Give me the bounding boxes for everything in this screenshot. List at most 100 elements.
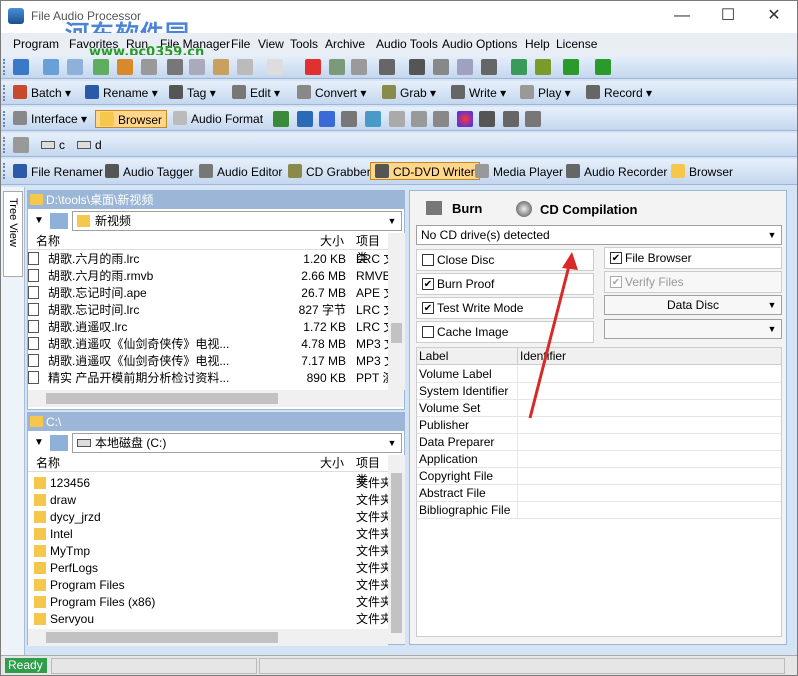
forward-icon[interactable] bbox=[595, 59, 611, 75]
cut-icon[interactable] bbox=[167, 59, 183, 75]
sync-icon[interactable] bbox=[297, 111, 313, 127]
write-button[interactable]: Write ▾ bbox=[451, 84, 506, 102]
new-icon[interactable] bbox=[267, 59, 283, 75]
drive-list-icon[interactable] bbox=[13, 137, 29, 153]
browser-toggle-button[interactable]: Browser bbox=[95, 110, 168, 128]
scroll-thumb[interactable] bbox=[391, 473, 402, 633]
toolbar-grip[interactable] bbox=[3, 59, 7, 75]
column-size[interactable]: 大小 bbox=[320, 233, 344, 250]
property-value[interactable] bbox=[517, 434, 781, 450]
top-vertical-scrollbar[interactable] bbox=[388, 233, 405, 390]
property-row[interactable]: Bibliographic File bbox=[417, 502, 781, 519]
waveform-icon[interactable] bbox=[319, 111, 335, 127]
menu-file[interactable]: File bbox=[231, 37, 250, 51]
file-browser-checkbox[interactable]: ✔ File Browser bbox=[604, 247, 782, 269]
drive-select[interactable]: No CD drive(s) detected ▼ bbox=[416, 225, 782, 245]
minimize-button[interactable]: — bbox=[659, 1, 705, 31]
folder-row[interactable]: Servyou 文件夹 bbox=[28, 611, 388, 628]
file-row[interactable]: 胡歌.六月的雨.rmvb 2.66 MB RMVB bbox=[28, 268, 388, 285]
history-dropdown[interactable]: ▼ bbox=[32, 435, 46, 451]
favorites-icon[interactable] bbox=[117, 59, 133, 75]
menu-program[interactable]: Program bbox=[13, 37, 59, 51]
image-icon[interactable] bbox=[411, 111, 427, 127]
scroll-thumb[interactable] bbox=[46, 393, 278, 404]
scroll-thumb[interactable] bbox=[46, 632, 278, 643]
tree-icon[interactable] bbox=[93, 59, 109, 75]
close-button[interactable]: ✕ bbox=[751, 1, 797, 31]
paste-icon[interactable] bbox=[213, 59, 229, 75]
properties-icon[interactable] bbox=[351, 59, 367, 75]
audio-tagger-button[interactable]: Audio Tagger bbox=[105, 163, 194, 181]
column-name[interactable]: 名称 bbox=[36, 455, 60, 472]
disc-type-select[interactable]: Data Disc ▼ bbox=[604, 295, 782, 315]
menu-license[interactable]: License bbox=[556, 37, 597, 51]
menu-audio-tools[interactable]: Audio Tools bbox=[376, 37, 438, 51]
folder-row[interactable]: Intel 文件夹 bbox=[28, 526, 388, 543]
up-folder-icon[interactable] bbox=[43, 59, 59, 75]
settings-icon[interactable] bbox=[341, 111, 357, 127]
network-icon[interactable] bbox=[365, 111, 381, 127]
toolbar-grip[interactable] bbox=[3, 137, 7, 153]
select-icon[interactable] bbox=[67, 59, 83, 75]
tree-view-button[interactable]: Tree View bbox=[3, 191, 23, 277]
play-button[interactable]: Play ▾ bbox=[520, 84, 571, 102]
cd-grabber-button[interactable]: CD Grabber bbox=[288, 163, 371, 181]
menu-audio-options[interactable]: Audio Options bbox=[442, 37, 517, 51]
toolbar-grip[interactable] bbox=[3, 111, 7, 127]
cd-dvd-writer-tab[interactable]: CD-DVD Writer bbox=[370, 162, 480, 180]
top-horizontal-scrollbar[interactable] bbox=[28, 390, 404, 407]
toolbar-grip[interactable] bbox=[3, 85, 7, 101]
property-row[interactable]: Abstract File bbox=[417, 485, 781, 502]
delete-icon[interactable] bbox=[305, 59, 321, 75]
bottom-horizontal-scrollbar[interactable] bbox=[28, 629, 388, 646]
file-row[interactable]: 胡歌.逍遥叹《仙剑奇侠传》电视... 4.78 MB MP3 文 bbox=[28, 336, 388, 353]
scroll-thumb[interactable] bbox=[391, 323, 402, 343]
move-icon[interactable] bbox=[141, 59, 157, 75]
audio-recorder-button[interactable]: Audio Recorder bbox=[566, 163, 667, 181]
property-value[interactable] bbox=[517, 502, 781, 518]
back-icon[interactable] bbox=[563, 59, 579, 75]
color-icon[interactable] bbox=[457, 111, 473, 127]
dialog-icon[interactable] bbox=[479, 111, 495, 127]
home-icon[interactable] bbox=[13, 59, 29, 75]
speed-select[interactable]: ▼ bbox=[604, 319, 782, 339]
record-button[interactable]: Record ▾ bbox=[586, 84, 652, 102]
audio-editor-button[interactable]: Audio Editor bbox=[199, 163, 282, 181]
maximize-button[interactable]: ☐ bbox=[705, 1, 751, 31]
column-size[interactable]: 大小 bbox=[320, 455, 344, 472]
grab-button[interactable]: Grab ▾ bbox=[382, 84, 436, 102]
batch-button[interactable]: Batch ▾ bbox=[13, 84, 71, 102]
column-name[interactable]: 名称 bbox=[36, 233, 60, 250]
audio-format-button[interactable]: Audio Format bbox=[173, 110, 263, 128]
column-label[interactable]: Label bbox=[419, 348, 448, 365]
history-dropdown[interactable]: ▼ bbox=[32, 213, 46, 229]
folder-row[interactable]: MyTmp 文件夹 bbox=[28, 543, 388, 560]
property-row[interactable]: Application bbox=[417, 451, 781, 468]
interface-button[interactable]: Interface ▾ bbox=[13, 110, 87, 128]
folder-row[interactable]: 123456 文件夹 bbox=[28, 475, 388, 492]
up-folder-icon[interactable] bbox=[50, 435, 68, 451]
view-icon[interactable] bbox=[273, 111, 289, 127]
bottom-vertical-scrollbar[interactable] bbox=[388, 455, 405, 644]
folder-row[interactable]: PerfLogs 文件夹 bbox=[28, 560, 388, 577]
tree-view-tab[interactable]: Tree View bbox=[1, 187, 25, 655]
top-folder-combo[interactable]: 新视频 ▼ bbox=[72, 211, 402, 231]
file-row[interactable]: 胡歌.忘记时间.ape 26.7 MB APE 文 bbox=[28, 285, 388, 302]
file-row[interactable]: 胡歌.逍遥叹.lrc 1.72 KB LRC 文 bbox=[28, 319, 388, 336]
folder-row[interactable]: draw 文件夹 bbox=[28, 492, 388, 509]
property-row[interactable]: Volume Label bbox=[417, 366, 781, 383]
rename-button[interactable]: Rename ▾ bbox=[85, 84, 158, 102]
property-row[interactable]: Data Preparer bbox=[417, 434, 781, 451]
preview-icon[interactable] bbox=[433, 111, 449, 127]
property-row[interactable]: Publisher bbox=[417, 417, 781, 434]
copy-icon[interactable] bbox=[189, 59, 205, 75]
file-renamer-button[interactable]: File Renamer bbox=[13, 163, 103, 181]
disc-icon[interactable] bbox=[503, 111, 519, 127]
search-icon[interactable] bbox=[481, 59, 497, 75]
up-folder-icon[interactable] bbox=[50, 213, 68, 229]
file-row[interactable]: 胡歌.逍遥叹《仙剑奇侠传》电视... 7.17 MB MP3 文 bbox=[28, 353, 388, 370]
convert-button[interactable]: Convert ▾ bbox=[297, 84, 366, 102]
browser-button[interactable]: Browser bbox=[671, 163, 733, 181]
menu-help[interactable]: Help bbox=[525, 37, 550, 51]
tag-button[interactable]: Tag ▾ bbox=[169, 84, 216, 102]
